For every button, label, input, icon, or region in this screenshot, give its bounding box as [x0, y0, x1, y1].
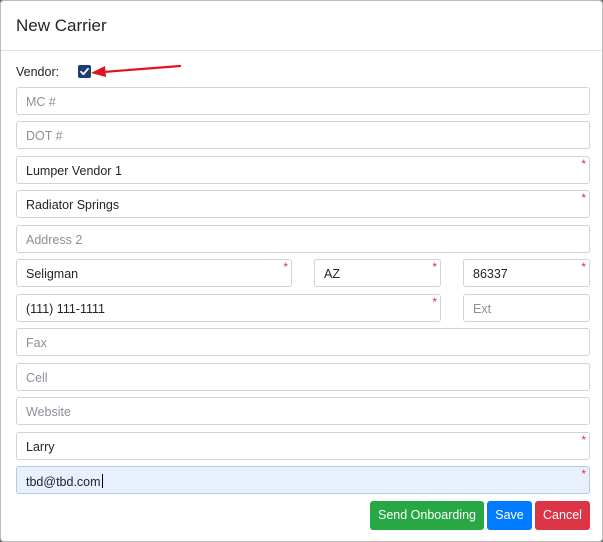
email-value: tbd@tbd.com — [26, 475, 101, 489]
modal-header: New Carrier — [1, 1, 602, 51]
carrier-name-value: Lumper Vendor 1 — [26, 164, 122, 178]
vendor-label: Vendor: — [16, 65, 60, 79]
required-marker: * — [432, 260, 437, 274]
required-marker: * — [581, 433, 586, 447]
city-value: Seligman — [26, 267, 79, 281]
email-input[interactable]: tbd@tbd.com * — [16, 466, 590, 494]
zip-value: 86337 — [473, 267, 508, 281]
phone-input[interactable]: (111) 111-1111 * — [16, 294, 441, 322]
required-marker: * — [283, 260, 288, 274]
website-placeholder: Website — [26, 405, 71, 419]
contact-name-input[interactable]: Larry * — [16, 432, 590, 460]
state-value: AZ — [324, 267, 340, 281]
required-marker: * — [581, 467, 586, 481]
mc-number-input[interactable]: MC # — [16, 87, 590, 115]
dot-number-placeholder: DOT # — [26, 129, 63, 143]
phone-value: (111) 111-1111 — [26, 302, 105, 316]
required-marker: * — [581, 191, 586, 205]
address2-placeholder: Address 2 — [26, 233, 83, 247]
required-marker: * — [432, 295, 437, 309]
cell-placeholder: Cell — [26, 371, 48, 385]
new-carrier-modal: New Carrier Vendor: MC # DOT # Lumper Ve… — [0, 0, 603, 542]
address2-input[interactable]: Address 2 — [16, 225, 590, 253]
carrier-name-input[interactable]: Lumper Vendor 1 * — [16, 156, 590, 184]
required-marker: * — [581, 260, 586, 274]
address1-input[interactable]: Radiator Springs * — [16, 190, 590, 218]
required-marker: * — [581, 157, 586, 171]
city-input[interactable]: Seligman * — [16, 259, 292, 287]
send-onboarding-button[interactable]: Send Onboarding — [370, 501, 484, 530]
phone-ext-placeholder: Ext — [473, 302, 492, 316]
cell-input[interactable]: Cell — [16, 363, 590, 391]
cancel-button[interactable]: Cancel — [535, 501, 590, 530]
annotation-arrow-icon — [91, 64, 182, 77]
contact-name-value: Larry — [26, 440, 55, 454]
zip-input[interactable]: 86337 * — [463, 259, 590, 287]
fax-placeholder: Fax — [26, 336, 47, 350]
address1-value: Radiator Springs — [26, 198, 120, 212]
dot-number-input[interactable]: DOT # — [16, 121, 590, 149]
fax-input[interactable]: Fax — [16, 328, 590, 356]
email-value-wrap: tbd@tbd.com — [26, 474, 103, 489]
text-caret — [101, 474, 103, 488]
website-input[interactable]: Website — [16, 397, 590, 425]
save-button[interactable]: Save — [487, 501, 532, 530]
modal-title: New Carrier — [16, 16, 107, 35]
mc-number-placeholder: MC # — [26, 95, 56, 109]
phone-ext-input[interactable]: Ext — [463, 294, 590, 322]
state-input[interactable]: AZ * — [314, 259, 441, 287]
